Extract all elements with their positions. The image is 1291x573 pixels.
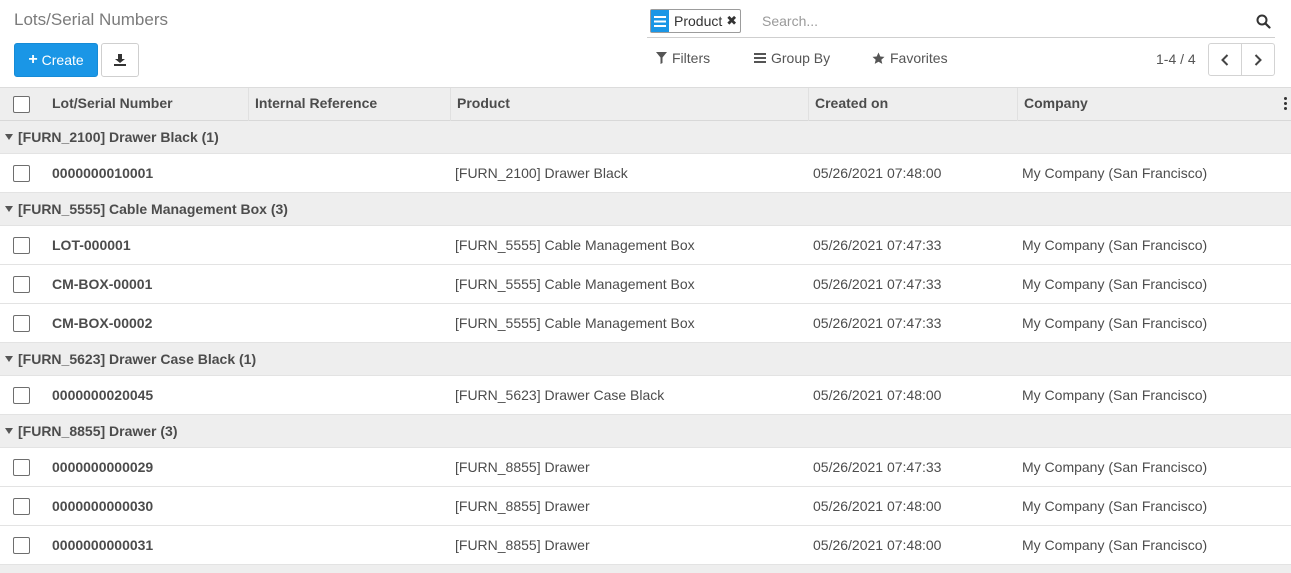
table-row[interactable]: 0000000010001 [FURN_2100] Drawer Black 05/… xyxy=(0,154,1291,193)
group-label: [FURN_2100] Drawer Black (1) xyxy=(18,129,219,145)
group-by-button[interactable]: Group By xyxy=(754,50,830,66)
group-label: [FURN_8855] Drawer (3) xyxy=(18,423,178,439)
table-header: Lot/Serial Number Internal Reference Pro… xyxy=(0,87,1291,121)
cell-company: My Company (San Francisco) xyxy=(1022,165,1208,181)
cell-lot-number: CM-BOX-00002 xyxy=(52,315,153,331)
row-checkbox[interactable] xyxy=(13,498,30,515)
caret-down-icon xyxy=(5,428,13,434)
cell-created-on: 05/26/2021 07:47:33 xyxy=(813,315,942,331)
cell-lot-number: 0000000000031 xyxy=(52,537,154,553)
facet-label: Product xyxy=(674,13,723,29)
pager-next-button[interactable] xyxy=(1241,43,1275,76)
cell-product: [FURN_5555] Cable Management Box xyxy=(455,237,695,253)
row-checkbox[interactable] xyxy=(13,276,30,293)
row-checkbox[interactable] xyxy=(13,459,30,476)
caret-down-icon xyxy=(5,206,13,212)
download-icon xyxy=(114,54,126,66)
plus-icon: + xyxy=(28,51,38,68)
cell-company: My Company (San Francisco) xyxy=(1022,315,1208,331)
table-row[interactable]: CM-BOX-00002 [FURN_5555] Cable Management… xyxy=(0,304,1291,343)
table-row[interactable]: CM-BOX-00001 [FURN_5555] Cable Management… xyxy=(0,265,1291,304)
group-row[interactable]: [FURN_8855] Drawer (3) xyxy=(0,415,1291,448)
table-row[interactable]: LOT-000001 [FURN_5555] Cable Management B… xyxy=(0,226,1291,265)
page-title: Lots/Serial Numbers xyxy=(14,10,169,29)
cell-product: [FURN_8855] Drawer xyxy=(455,498,590,514)
group-row[interactable]: [FURN_2100] Drawer Black (1) xyxy=(0,121,1291,154)
list-table: Lot/Serial Number Internal Reference Pro… xyxy=(0,87,1291,573)
cell-lot-number: 0000000020045 xyxy=(52,387,154,403)
cell-lot-number: CM-BOX-00001 xyxy=(52,276,153,292)
cell-company: My Company (San Francisco) xyxy=(1022,459,1208,475)
table-row[interactable]: 0000000000031 [FURN_8855] Drawer 05/26/202… xyxy=(0,526,1291,565)
favorites-label: Favorites xyxy=(890,50,948,66)
table-body: [FURN_2100] Drawer Black (1) 000000001000… xyxy=(0,121,1291,565)
bars-icon xyxy=(754,53,766,63)
caret-down-icon xyxy=(5,356,13,362)
table-row[interactable]: 0000000000029 [FURN_8855] Drawer 05/26/202… xyxy=(0,448,1291,487)
cell-created-on: 05/26/2021 07:48:00 xyxy=(813,498,942,514)
row-checkbox[interactable] xyxy=(13,537,30,554)
search-facet-product[interactable]: Product ✖ xyxy=(650,9,742,33)
cell-created-on: 05/26/2021 07:48:00 xyxy=(813,537,942,553)
chevron-left-icon xyxy=(1221,53,1229,66)
search-bar: Product ✖ xyxy=(647,8,1275,38)
create-button[interactable]: + Create xyxy=(14,43,98,77)
column-header-created-on[interactable]: Created on xyxy=(808,88,1017,121)
group-label: [FURN_5555] Cable Management Box (3) xyxy=(18,201,288,217)
cell-created-on: 05/26/2021 07:47:33 xyxy=(813,459,942,475)
column-header-company[interactable]: Company xyxy=(1017,88,1277,121)
star-icon xyxy=(872,52,885,64)
caret-down-icon xyxy=(5,134,13,140)
column-header-internal-reference[interactable]: Internal Reference xyxy=(248,88,450,121)
optional-columns-icon[interactable] xyxy=(1284,97,1287,112)
cell-lot-number: 0000000000030 xyxy=(52,498,154,514)
filter-icon xyxy=(656,52,667,64)
cell-product: [FURN_5555] Cable Management Box xyxy=(455,315,695,331)
cell-lot-number: 0000000010001 xyxy=(52,165,154,181)
facet-close-icon[interactable]: ✖ xyxy=(726,10,740,32)
cell-company: My Company (San Francisco) xyxy=(1022,276,1208,292)
cell-company: My Company (San Francisco) xyxy=(1022,498,1208,514)
cell-product: [FURN_5623] Drawer Case Black xyxy=(455,387,665,403)
select-all-checkbox[interactable] xyxy=(13,96,30,113)
row-checkbox[interactable] xyxy=(13,237,30,254)
cell-product: [FURN_8855] Drawer xyxy=(455,537,590,553)
cell-company: My Company (San Francisco) xyxy=(1022,387,1208,403)
cell-product: [FURN_5555] Cable Management Box xyxy=(455,276,695,292)
row-checkbox[interactable] xyxy=(13,165,30,182)
column-header-product[interactable]: Product xyxy=(450,88,808,121)
pager-previous-button[interactable] xyxy=(1208,43,1242,76)
group-by-label: Group By xyxy=(771,50,831,66)
cell-created-on: 05/26/2021 07:47:33 xyxy=(813,276,942,292)
cell-company: My Company (San Francisco) xyxy=(1022,537,1208,553)
group-label: [FURN_5623] Drawer Case Black (1) xyxy=(18,351,257,367)
table-row[interactable]: 0000000000030 [FURN_8855] Drawer 05/26/202… xyxy=(0,487,1291,526)
chevron-right-icon xyxy=(1254,53,1262,66)
cell-product: [FURN_8855] Drawer xyxy=(455,459,590,475)
cell-product: [FURN_2100] Drawer Black xyxy=(455,165,628,181)
cell-created-on: 05/26/2021 07:48:00 xyxy=(813,165,942,181)
group-row[interactable]: [FURN_5623] Drawer Case Black (1) xyxy=(0,343,1291,376)
create-button-label: Create xyxy=(41,52,84,68)
row-checkbox[interactable] xyxy=(13,387,30,404)
filters-button[interactable]: Filters xyxy=(656,50,710,66)
favorites-button[interactable]: Favorites xyxy=(872,50,948,66)
cell-company: My Company (San Francisco) xyxy=(1022,237,1208,253)
group-by-icon xyxy=(651,10,669,32)
search-input[interactable] xyxy=(762,13,1242,29)
column-header-lot[interactable]: Lot/Serial Number xyxy=(46,88,248,121)
filters-label: Filters xyxy=(672,50,711,66)
cell-lot-number: 0000000000029 xyxy=(52,459,154,475)
pager-value[interactable]: 1-4 / 4 xyxy=(1156,51,1196,67)
table-row[interactable]: 0000000020045 [FURN_5623] Drawer Case Bla… xyxy=(0,376,1291,415)
cell-lot-number: LOT-000001 xyxy=(52,237,131,253)
export-button[interactable] xyxy=(101,43,139,77)
group-row[interactable]: [FURN_5555] Cable Management Box (3) xyxy=(0,193,1291,226)
table-footer xyxy=(0,565,1291,573)
row-checkbox[interactable] xyxy=(13,315,30,332)
cell-created-on: 05/26/2021 07:47:33 xyxy=(813,237,942,253)
cell-created-on: 05/26/2021 07:48:00 xyxy=(813,387,942,403)
search-icon[interactable] xyxy=(1256,14,1271,29)
